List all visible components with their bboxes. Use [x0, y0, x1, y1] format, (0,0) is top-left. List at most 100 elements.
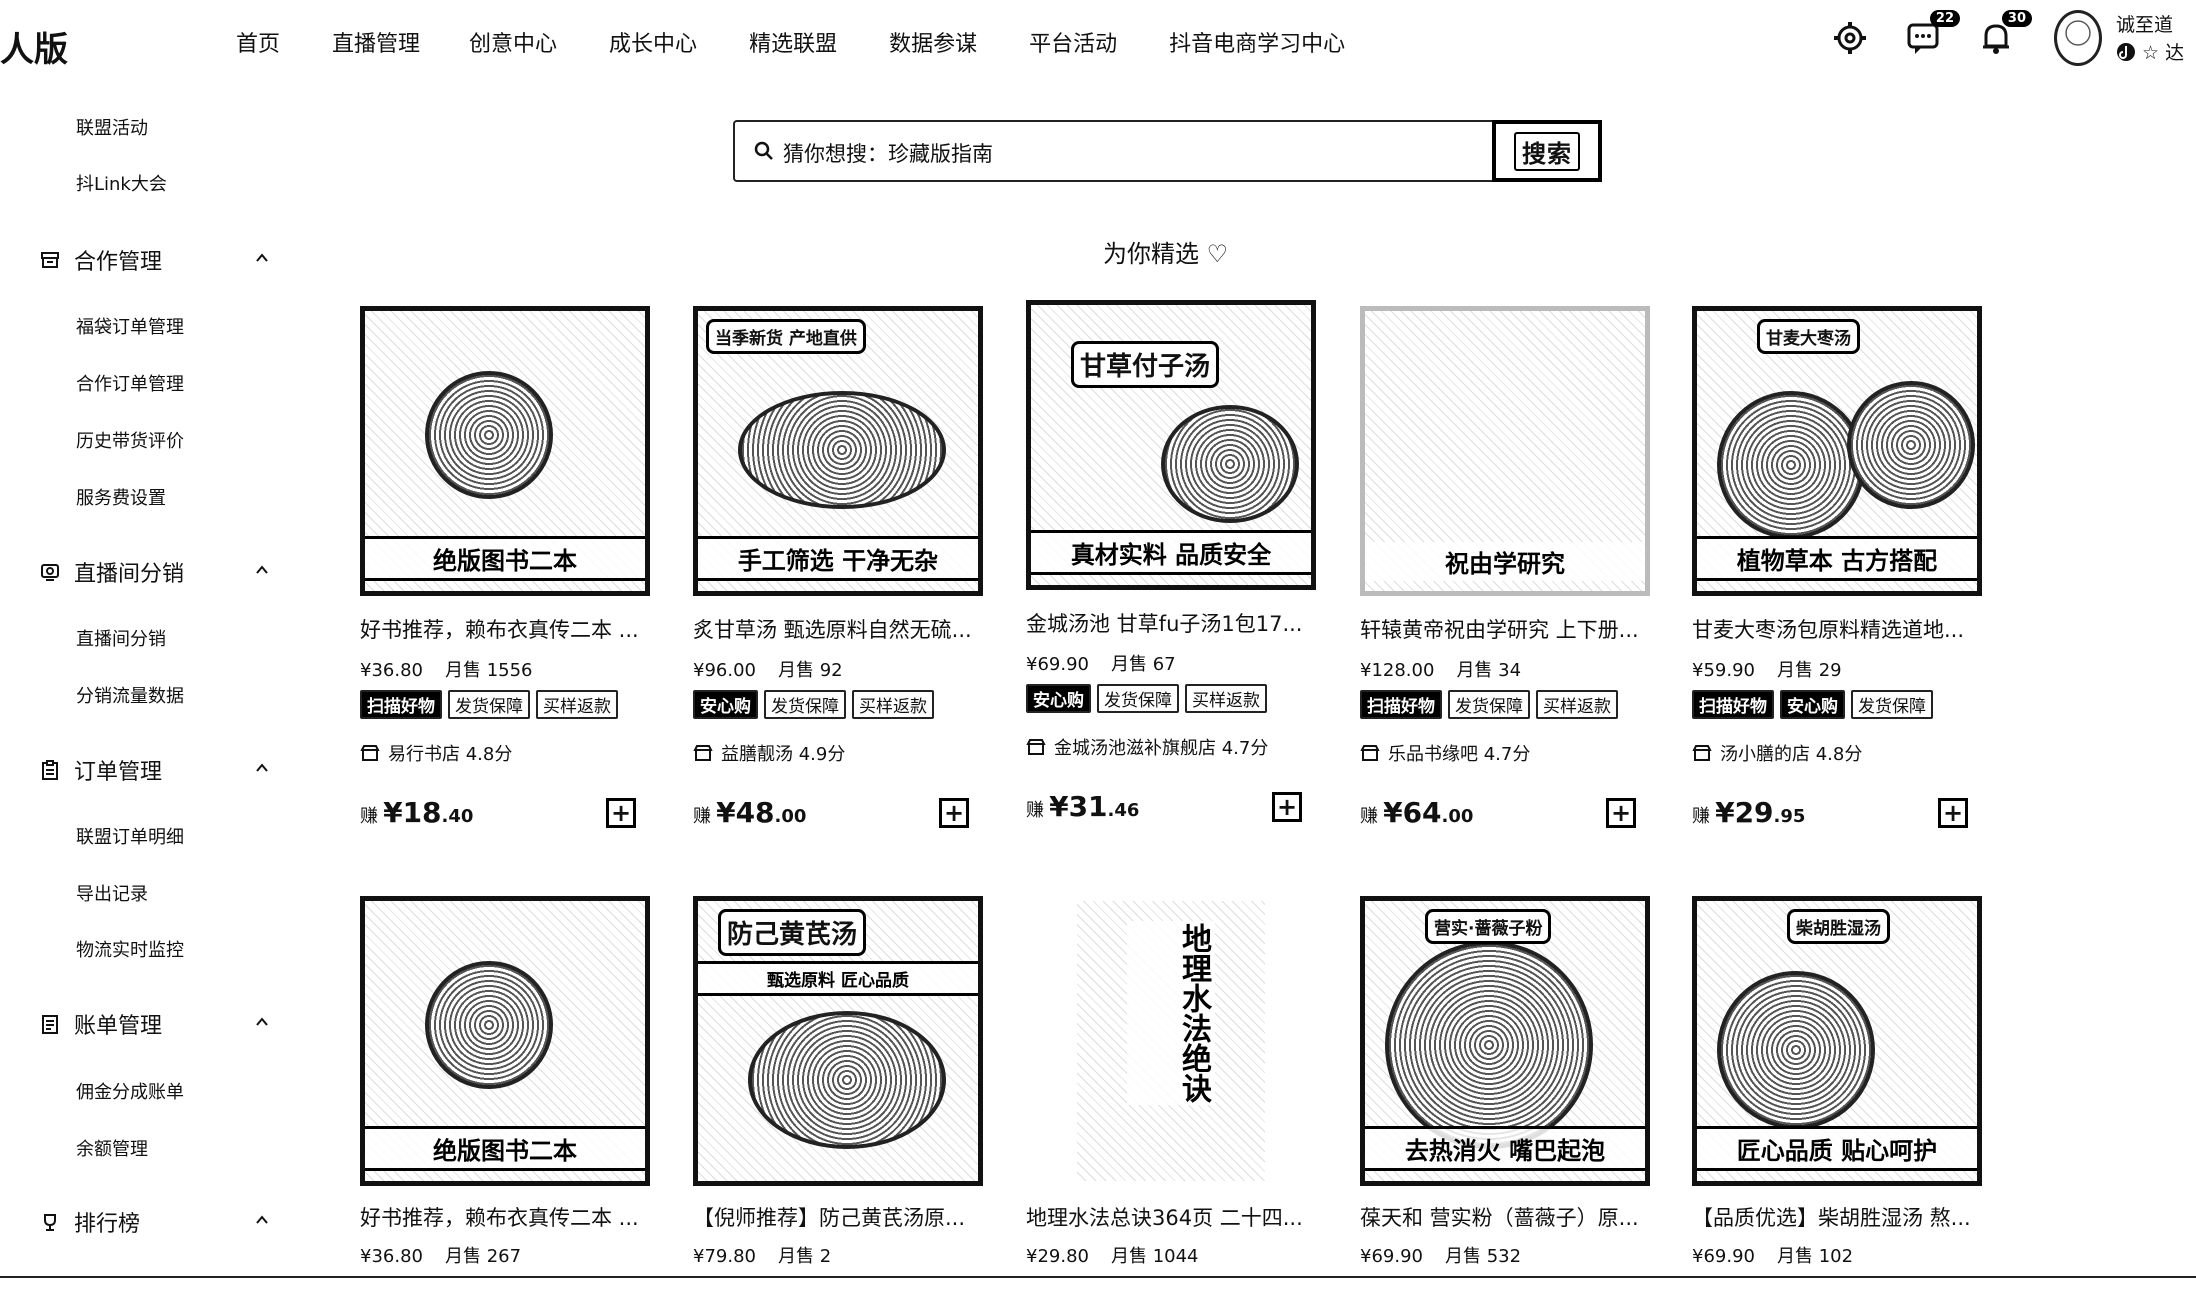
search-button[interactable]: 搜索 — [1492, 120, 1602, 182]
product-card[interactable]: 营实·蔷薇子粉 去热消火 嘴巴起泡 葆天和 营实粉（蔷薇子）原... ¥69.9… — [1360, 896, 1670, 1267]
shop-name[interactable]: 汤小膳的店 4.8分 — [1692, 740, 1862, 766]
commission-earning: 赚 ¥31.46 — [1026, 790, 1140, 823]
shop-name[interactable]: 易行书店 4.8分 — [360, 740, 512, 766]
chevron-up-icon[interactable] — [254, 562, 270, 578]
nav-data-advisor[interactable]: 数据参谋 — [889, 26, 977, 58]
add-product-button[interactable]: + — [1272, 792, 1302, 822]
product-title[interactable]: 好书推荐，赖布衣真传二本 ... — [360, 1202, 660, 1232]
nav-live-management[interactable]: 直播管理 — [332, 26, 420, 58]
product-card[interactable]: 柴胡胜湿汤 匠心品质 贴心呵护 【品质优选】柴胡胜湿汤 熬... ¥69.90 月… — [1692, 896, 2002, 1267]
sidebar-item-service-fee-settings[interactable]: 服务费设置 — [76, 484, 166, 510]
shop-icon — [1692, 745, 1712, 761]
product-image[interactable]: 甘麦大枣汤 植物草本 古方搭配 — [1692, 306, 1982, 596]
sidebar-item-history-reviews[interactable]: 历史带货评价 — [76, 427, 184, 453]
nav-home[interactable]: 首页 — [236, 26, 280, 58]
product-card[interactable]: 绝版图书二本 好书推荐，赖布衣真传二本 ... ¥36.80 月售 1556 扫描… — [360, 306, 670, 846]
product-image[interactable]: 柴胡胜湿汤 匠心品质 贴心呵护 — [1692, 896, 1982, 1186]
douyin-logo-icon — [2117, 43, 2135, 61]
user-subtitle: ☆ 达 — [2116, 38, 2184, 65]
chevron-up-icon[interactable] — [254, 1212, 270, 1228]
product-image[interactable]: 甘草付子汤 真材实料 品质安全 — [1026, 300, 1316, 590]
chevron-up-icon[interactable] — [254, 250, 270, 266]
sidebar-item-douyin-link[interactable]: 抖Link大会 — [76, 170, 167, 196]
commission-earning: 赚 ¥18.40 — [360, 796, 474, 829]
nav-platform-activities[interactable]: 平台活动 — [1029, 26, 1117, 58]
nav-growth-center[interactable]: 成长中心 — [609, 26, 697, 58]
product-image[interactable]: 祝由学研究 — [1360, 306, 1650, 596]
product-image[interactable]: 当季新货 产地直供 手工筛选 干净无杂 — [693, 306, 983, 596]
product-title[interactable]: 好书推荐，赖布衣真传二本 ... — [360, 614, 660, 644]
product-image[interactable]: 营实·蔷薇子粉 去热消火 嘴巴起泡 — [1360, 896, 1650, 1186]
product-title[interactable]: 金城汤池 甘草fu子汤1包17... — [1026, 608, 1326, 638]
commission-earning: 赚 ¥64.00 — [1360, 796, 1474, 829]
add-product-button[interactable]: + — [606, 798, 636, 828]
product-card[interactable]: 当季新货 产地直供 手工筛选 干净无杂 炙甘草汤 甄选原料自然无硫... ¥96… — [693, 306, 1003, 846]
live-icon — [41, 564, 59, 581]
product-card[interactable]: 防己黄芪汤 甄选原料 匠心品质 【倪师推荐】防己黄芪汤原... ¥79.80 月售… — [693, 896, 1003, 1267]
product-image[interactable]: 防己黄芪汤 甄选原料 匠心品质 — [693, 896, 983, 1186]
sidebar-group-billing[interactable]: 账单管理 — [40, 1008, 162, 1040]
sidebar-item-balance-management[interactable]: 余额管理 — [76, 1135, 148, 1161]
notification-bell-icon[interactable]: 30 — [1978, 10, 2032, 60]
notification-count-badge: 30 — [2001, 10, 2032, 27]
bill-icon — [42, 1015, 58, 1034]
user-avatar[interactable] — [2054, 10, 2102, 66]
product-card[interactable]: 甘麦大枣汤 植物草本 古方搭配 甘麦大枣汤包原料精选道地... ¥59.90 月售… — [1692, 306, 2002, 846]
sidebar-group-orders[interactable]: 订单管理 — [40, 754, 162, 786]
shop-icon — [1026, 739, 1046, 755]
product-image[interactable]: 绝版图书二本 — [360, 306, 650, 596]
nav-learning-center[interactable]: 抖音电商学习中心 — [1169, 26, 1345, 58]
add-product-button[interactable]: + — [1606, 798, 1636, 828]
product-card[interactable]: 祝由学研究 轩辕黄帝祝由学研究 上下册... ¥128.00 月售 34 扫描好物… — [1360, 306, 1670, 846]
product-title[interactable]: 地理水法总诀364页 二十四... — [1026, 1202, 1326, 1232]
sidebar-group-live-distribution[interactable]: 直播间分销 — [40, 556, 184, 588]
sidebar-item-export-records[interactable]: 导出记录 — [76, 880, 148, 906]
message-count-badge: 22 — [1929, 10, 1960, 27]
sidebar-item-live-distribution[interactable]: 直播间分销 — [76, 625, 166, 651]
product-title[interactable]: 炙甘草汤 甄选原料自然无硫... — [693, 614, 993, 644]
product-price: ¥128.00 月售 34 — [1360, 660, 1522, 681]
product-price: ¥96.00 月售 92 — [693, 660, 843, 681]
chevron-up-icon[interactable] — [254, 1014, 270, 1030]
top-bar: 人版 首页 直播管理 创意中心 成长中心 精选联盟 数据参谋 平台活动 抖音电商… — [0, 0, 2196, 80]
user-name[interactable]: 诚至道 — [2116, 10, 2173, 37]
product-badges: 安心购 发货保障 买样返款 — [693, 690, 940, 719]
sidebar-group-cooperation[interactable]: 合作管理 — [40, 244, 162, 276]
sidebar-item-alliance-activities[interactable]: 联盟活动 — [76, 114, 148, 140]
product-price: ¥29.80 月售 1044 — [1026, 1246, 1199, 1267]
product-title[interactable]: 【品质优选】柴胡胜湿汤 熬... — [1692, 1202, 1992, 1232]
settings-gear-icon[interactable] — [1832, 20, 1872, 60]
product-card[interactable]: 绝版图书二本 好书推荐，赖布衣真传二本 ... ¥36.80 月售 267 — [360, 896, 670, 1267]
product-price: ¥36.80 月售 1556 — [360, 660, 533, 681]
sidebar-item-commission-bills[interactable]: 佣金分成账单 — [76, 1078, 184, 1104]
add-product-button[interactable]: + — [939, 798, 969, 828]
shop-name[interactable]: 益膳靓汤 4.9分 — [693, 740, 845, 766]
sidebar-item-cooperation-orders[interactable]: 合作订单管理 — [76, 370, 184, 396]
product-title[interactable]: 轩辕黄帝祝由学研究 上下册... — [1360, 614, 1660, 644]
product-card[interactable]: 甘草付子汤 真材实料 品质安全 金城汤池 甘草fu子汤1包17... ¥69.9… — [1026, 300, 1336, 840]
sidebar-item-logistics-monitor[interactable]: 物流实时监控 — [76, 936, 184, 962]
product-title[interactable]: 【倪师推荐】防己黄芪汤原... — [693, 1202, 993, 1232]
sidebar-group-rankings[interactable]: 排行榜 — [40, 1206, 140, 1238]
shop-name[interactable]: 金城汤池滋补旗舰店 4.7分 — [1026, 734, 1268, 760]
product-title[interactable]: 葆天和 营实粉（蔷薇子）原... — [1360, 1202, 1660, 1232]
shop-name[interactable]: 乐品书缘吧 4.7分 — [1360, 740, 1530, 766]
chevron-up-icon[interactable] — [254, 760, 270, 776]
nav-selected-alliance[interactable]: 精选联盟 — [749, 26, 837, 58]
sidebar-item-lucky-bag-orders[interactable]: 福袋订单管理 — [76, 313, 184, 339]
product-card[interactable]: 地理水法绝诀 地理水法总诀364页 二十四... ¥29.80 月售 1044 — [1026, 896, 1336, 1267]
product-price: ¥59.90 月售 29 — [1692, 660, 1842, 681]
product-badges: 扫描好物 安心购 发货保障 — [1692, 690, 1939, 719]
product-title[interactable]: 甘麦大枣汤包原料精选道地... — [1692, 614, 1992, 644]
add-product-button[interactable]: + — [1938, 798, 1968, 828]
message-icon[interactable]: 22 — [1906, 10, 1960, 60]
sidebar-item-alliance-order-details[interactable]: 联盟订单明细 — [76, 823, 184, 849]
commission-earning: 赚 ¥29.95 — [1692, 796, 1806, 829]
nav-creative-center[interactable]: 创意中心 — [469, 26, 557, 58]
search-input[interactable]: 猜你想搜：珍藏版指南 — [733, 120, 1601, 182]
product-image[interactable]: 绝版图书二本 — [360, 896, 650, 1186]
product-price: ¥69.90 月售 532 — [1360, 1246, 1522, 1267]
search-icon — [754, 141, 773, 160]
sidebar-item-distribution-traffic[interactable]: 分销流量数据 — [76, 682, 184, 708]
product-image[interactable]: 地理水法绝诀 — [1026, 896, 1316, 1186]
